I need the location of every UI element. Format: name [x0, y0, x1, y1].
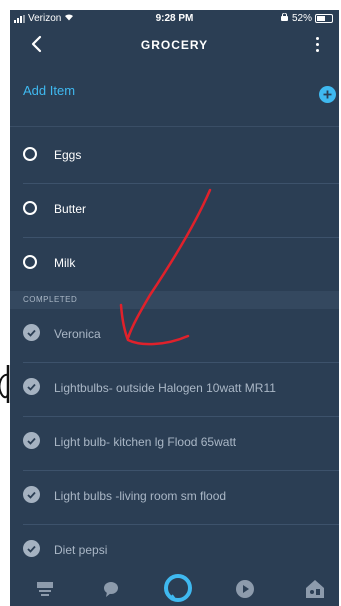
item-label: Milk	[54, 256, 76, 270]
nav-communicate-button[interactable]	[98, 576, 124, 602]
nav-alexa-button[interactable]	[162, 572, 194, 604]
alexa-icon	[164, 574, 192, 602]
more-dot	[315, 36, 319, 40]
completed-list-item[interactable]: Veronica	[10, 309, 339, 363]
more-dot	[315, 48, 319, 52]
checked-circle-icon[interactable]	[23, 432, 40, 449]
list-item[interactable]: Butter	[10, 184, 339, 238]
completed-list-item[interactable]: Light bulb- kitchen lg Flood 65watt	[10, 417, 339, 471]
rotation-lock-icon	[280, 12, 289, 24]
item-label: Lightbulbs- outside Halogen 10watt MR11	[54, 381, 276, 395]
unchecked-circle-icon[interactable]	[23, 255, 37, 269]
phone-screen: Verizon 9:28 PM 52% GROCERY Add Item Egg…	[10, 10, 339, 606]
battery-percent: 52%	[291, 13, 312, 24]
completed-section-header: COMPLETED	[10, 291, 339, 309]
page-edge-artifact	[0, 335, 14, 405]
bottom-nav	[10, 570, 339, 606]
list-item[interactable]: Milk	[10, 238, 339, 292]
divider	[10, 126, 339, 127]
item-label: Eggs	[54, 148, 82, 162]
page-title: GROCERY	[140, 38, 209, 52]
status-right: 52%	[280, 12, 333, 24]
add-item-label[interactable]: Add Item	[23, 83, 75, 98]
list-item[interactable]: Eggs	[10, 130, 339, 184]
battery-icon	[315, 14, 333, 23]
checked-circle-icon[interactable]	[23, 486, 40, 503]
home-icon	[37, 582, 53, 596]
checked-circle-icon[interactable]	[23, 378, 40, 395]
completed-list-item[interactable]: Light bulbs -living room sm flood	[10, 471, 339, 525]
devices-icon	[306, 580, 324, 598]
item-label: Light bulb- kitchen lg Flood 65watt	[54, 435, 237, 449]
nav-devices-button[interactable]	[302, 576, 328, 602]
completed-list-item[interactable]: Lightbulbs- outside Halogen 10watt MR11	[10, 363, 339, 417]
checked-circle-icon[interactable]	[23, 324, 40, 341]
status-bar: Verizon 9:28 PM 52%	[10, 10, 339, 28]
more-options-button[interactable]	[307, 32, 327, 56]
plus-icon	[323, 90, 332, 99]
checked-circle-icon[interactable]	[23, 540, 40, 557]
unchecked-circle-icon[interactable]	[23, 201, 37, 215]
play-icon	[236, 580, 254, 598]
more-dot	[315, 42, 319, 46]
screenshot-page: Verizon 9:28 PM 52% GROCERY Add Item Egg…	[0, 0, 341, 606]
communicate-icon	[104, 582, 118, 597]
item-label: Diet pepsi	[54, 543, 108, 557]
item-label: Butter	[54, 202, 87, 216]
nav-home-button[interactable]	[32, 576, 58, 602]
nav-play-button[interactable]	[232, 576, 258, 602]
item-label: Light bulbs -living room sm flood	[54, 489, 227, 503]
add-item-row[interactable]: Add Item	[10, 76, 339, 106]
add-item-button[interactable]	[319, 86, 336, 103]
item-label: Veronica	[54, 327, 101, 341]
unchecked-circle-icon[interactable]	[23, 147, 37, 161]
header: GROCERY	[10, 28, 339, 64]
completed-header-label: COMPLETED	[23, 295, 78, 304]
